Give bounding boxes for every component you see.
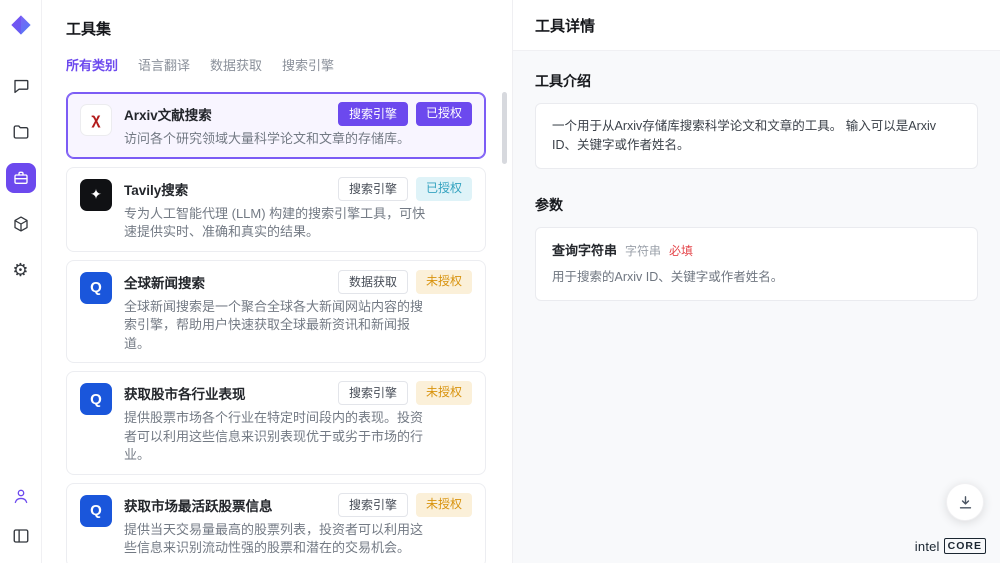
param-required-flag: 必填 [669,242,693,260]
auth-status-badge: 已授权 [416,177,472,201]
page-title: 工具集 [42,18,512,39]
tool-description: 专为人工智能代理 (LLM) 构建的搜索引擎工具，可快速提供实时、准确和真实的结… [124,205,426,242]
param-row: 查询字符串 字符串 必填 [552,241,961,261]
tool-card[interactable]: Q 获取股市各行业表现 搜索引擎 未授权 提供股票市场各个行业在特定时间段内的表… [66,371,486,475]
tool-head: 获取市场最活跃股票信息 搜索引擎 未授权 [124,493,472,517]
chat-icon[interactable] [6,71,36,101]
tool-name: Arxiv文献搜索 [124,104,338,124]
tool-name: 获取市场最活跃股票信息 [124,495,338,515]
tool-icon-glyph: Q [90,391,102,408]
tool-body: 获取股市各行业表现 搜索引擎 未授权 提供股票市场各个行业在特定时间段内的表现。… [124,381,472,465]
params-heading: 参数 [535,195,978,215]
gear-glyph: ⚙ [12,261,28,279]
tool-head: 全球新闻搜索 数据获取 未授权 [124,270,472,294]
tool-body: Tavily搜索 搜索引擎 已授权 专为人工智能代理 (LLM) 构建的搜索引擎… [124,177,472,242]
tool-description: 访问各个研究领域大量科学论文和文章的存储库。 [124,130,426,148]
tool-head: 获取股市各行业表现 搜索引擎 未授权 [124,381,472,405]
tool-name: 全球新闻搜索 [124,272,338,292]
intel-core-badge: CORE [944,538,986,554]
tool-icon: χ [80,104,112,136]
intel-core-logo: intel CORE [915,538,986,554]
tool-badges: 搜索引擎 未授权 [338,493,472,517]
tool-list-panel: 工具集 所有类别 语言翻译 数据获取 搜索引擎 χ Arxiv文献搜索 搜索引擎 [42,0,512,563]
category-badge: 搜索引擎 [338,102,408,126]
tool-icon-glyph: Q [90,502,102,519]
download-icon [957,494,974,511]
auth-status-badge: 已授权 [416,102,472,126]
param-name: 查询字符串 [552,241,617,261]
tool-list: χ Arxiv文献搜索 搜索引擎 已授权 访问各个研究领域大量科学论文和文章的存… [42,90,512,563]
category-badge: 搜索引擎 [338,493,408,517]
auth-status-badge: 未授权 [416,493,472,517]
intel-wordmark: intel [915,539,940,554]
tool-description: 提供当天交易量最高的股票列表，投资者可以利用这些信息来识别流动性强的股票和潜在的… [124,521,426,558]
left-rail: ⚙ [0,0,42,563]
intro-heading: 工具介绍 [535,71,978,91]
panel-icon[interactable] [6,521,36,551]
tool-name: Tavily搜索 [124,179,338,199]
tool-card[interactable]: Q 全球新闻搜索 数据获取 未授权 全球新闻搜索是一个聚合全球各大新闻网站内容的… [66,260,486,364]
category-badge: 搜索引擎 [338,381,408,405]
tool-icon-glyph: Q [90,279,102,296]
tool-badges: 搜索引擎 已授权 [338,177,472,201]
param-type: 字符串 [625,242,661,260]
intro-text: 一个用于从Arxiv存储库搜索科学论文和文章的工具。 输入可以是Arxiv ID… [552,119,936,152]
tool-head: Arxiv文献搜索 搜索引擎 已授权 [124,102,472,126]
category-tab[interactable]: 数据获取 [210,55,262,74]
briefcase-icon[interactable] [6,163,36,193]
tool-badges: 搜索引擎 未授权 [338,381,472,405]
param-description: 用于搜索的Arxiv ID、关键字或作者姓名。 [552,268,961,287]
package-icon[interactable] [6,209,36,239]
tool-badges: 搜索引擎 已授权 [338,102,472,126]
tool-name: 获取股市各行业表现 [124,383,338,403]
app-logo[interactable] [10,14,32,41]
tool-card[interactable]: ✦ Tavily搜索 搜索引擎 已授权 专为人工智能代理 (LLM) 构建的搜索… [66,167,486,252]
tool-icon: ✦ [80,179,112,211]
tool-description: 提供股票市场各个行业在特定时间段内的表现。投资者可以利用这些信息来识别表现优于或… [124,409,426,464]
tool-icon: Q [80,383,112,415]
tool-body: Arxiv文献搜索 搜索引擎 已授权 访问各个研究领域大量科学论文和文章的存储库… [124,102,472,149]
details-title: 工具详情 [513,0,1000,51]
tool-card[interactable]: χ Arxiv文献搜索 搜索引擎 已授权 访问各个研究领域大量科学论文和文章的存… [66,92,486,159]
category-tab[interactable]: 搜索引擎 [282,55,334,74]
tool-icon-glyph: χ [91,111,100,129]
category-tabs: 所有类别 语言翻译 数据获取 搜索引擎 [42,55,512,74]
auth-status-badge: 未授权 [416,270,472,294]
tool-description: 全球新闻搜索是一个聚合全球各大新闻网站内容的搜索引擎，帮助用户快速获取全球最新资… [124,298,426,353]
tool-icon: Q [80,272,112,304]
user-icon[interactable] [6,481,36,511]
tool-head: Tavily搜索 搜索引擎 已授权 [124,177,472,201]
download-button[interactable] [946,483,984,521]
category-badge: 数据获取 [338,270,408,294]
folder-icon[interactable] [6,117,36,147]
details-content: 工具介绍 一个用于从Arxiv存储库搜索科学论文和文章的工具。 输入可以是Arx… [513,51,1000,317]
tool-card[interactable]: Q 获取市场最活跃股票信息 搜索引擎 未授权 提供当天交易量最高的股票列表，投资… [66,483,486,563]
auth-status-badge: 未授权 [416,381,472,405]
category-badge: 搜索引擎 [338,177,408,201]
intro-card: 一个用于从Arxiv存储库搜索科学论文和文章的工具。 输入可以是Arxiv ID… [535,103,978,169]
scrollbar-thumb[interactable] [502,92,507,164]
param-card: 查询字符串 字符串 必填 用于搜索的Arxiv ID、关键字或作者姓名。 [535,227,978,301]
tool-body: 获取市场最活跃股票信息 搜索引擎 未授权 提供当天交易量最高的股票列表，投资者可… [124,493,472,558]
tool-icon-glyph: ✦ [90,186,102,203]
tool-body: 全球新闻搜索 数据获取 未授权 全球新闻搜索是一个聚合全球各大新闻网站内容的搜索… [124,270,472,354]
category-tab[interactable]: 语言翻译 [138,55,190,74]
tool-icon: Q [80,495,112,527]
tool-badges: 数据获取 未授权 [338,270,472,294]
tool-details-panel: 工具详情 工具介绍 一个用于从Arxiv存储库搜索科学论文和文章的工具。 输入可… [512,0,1000,563]
category-tab[interactable]: 所有类别 [66,55,118,74]
settings-icon[interactable]: ⚙ [6,255,36,285]
